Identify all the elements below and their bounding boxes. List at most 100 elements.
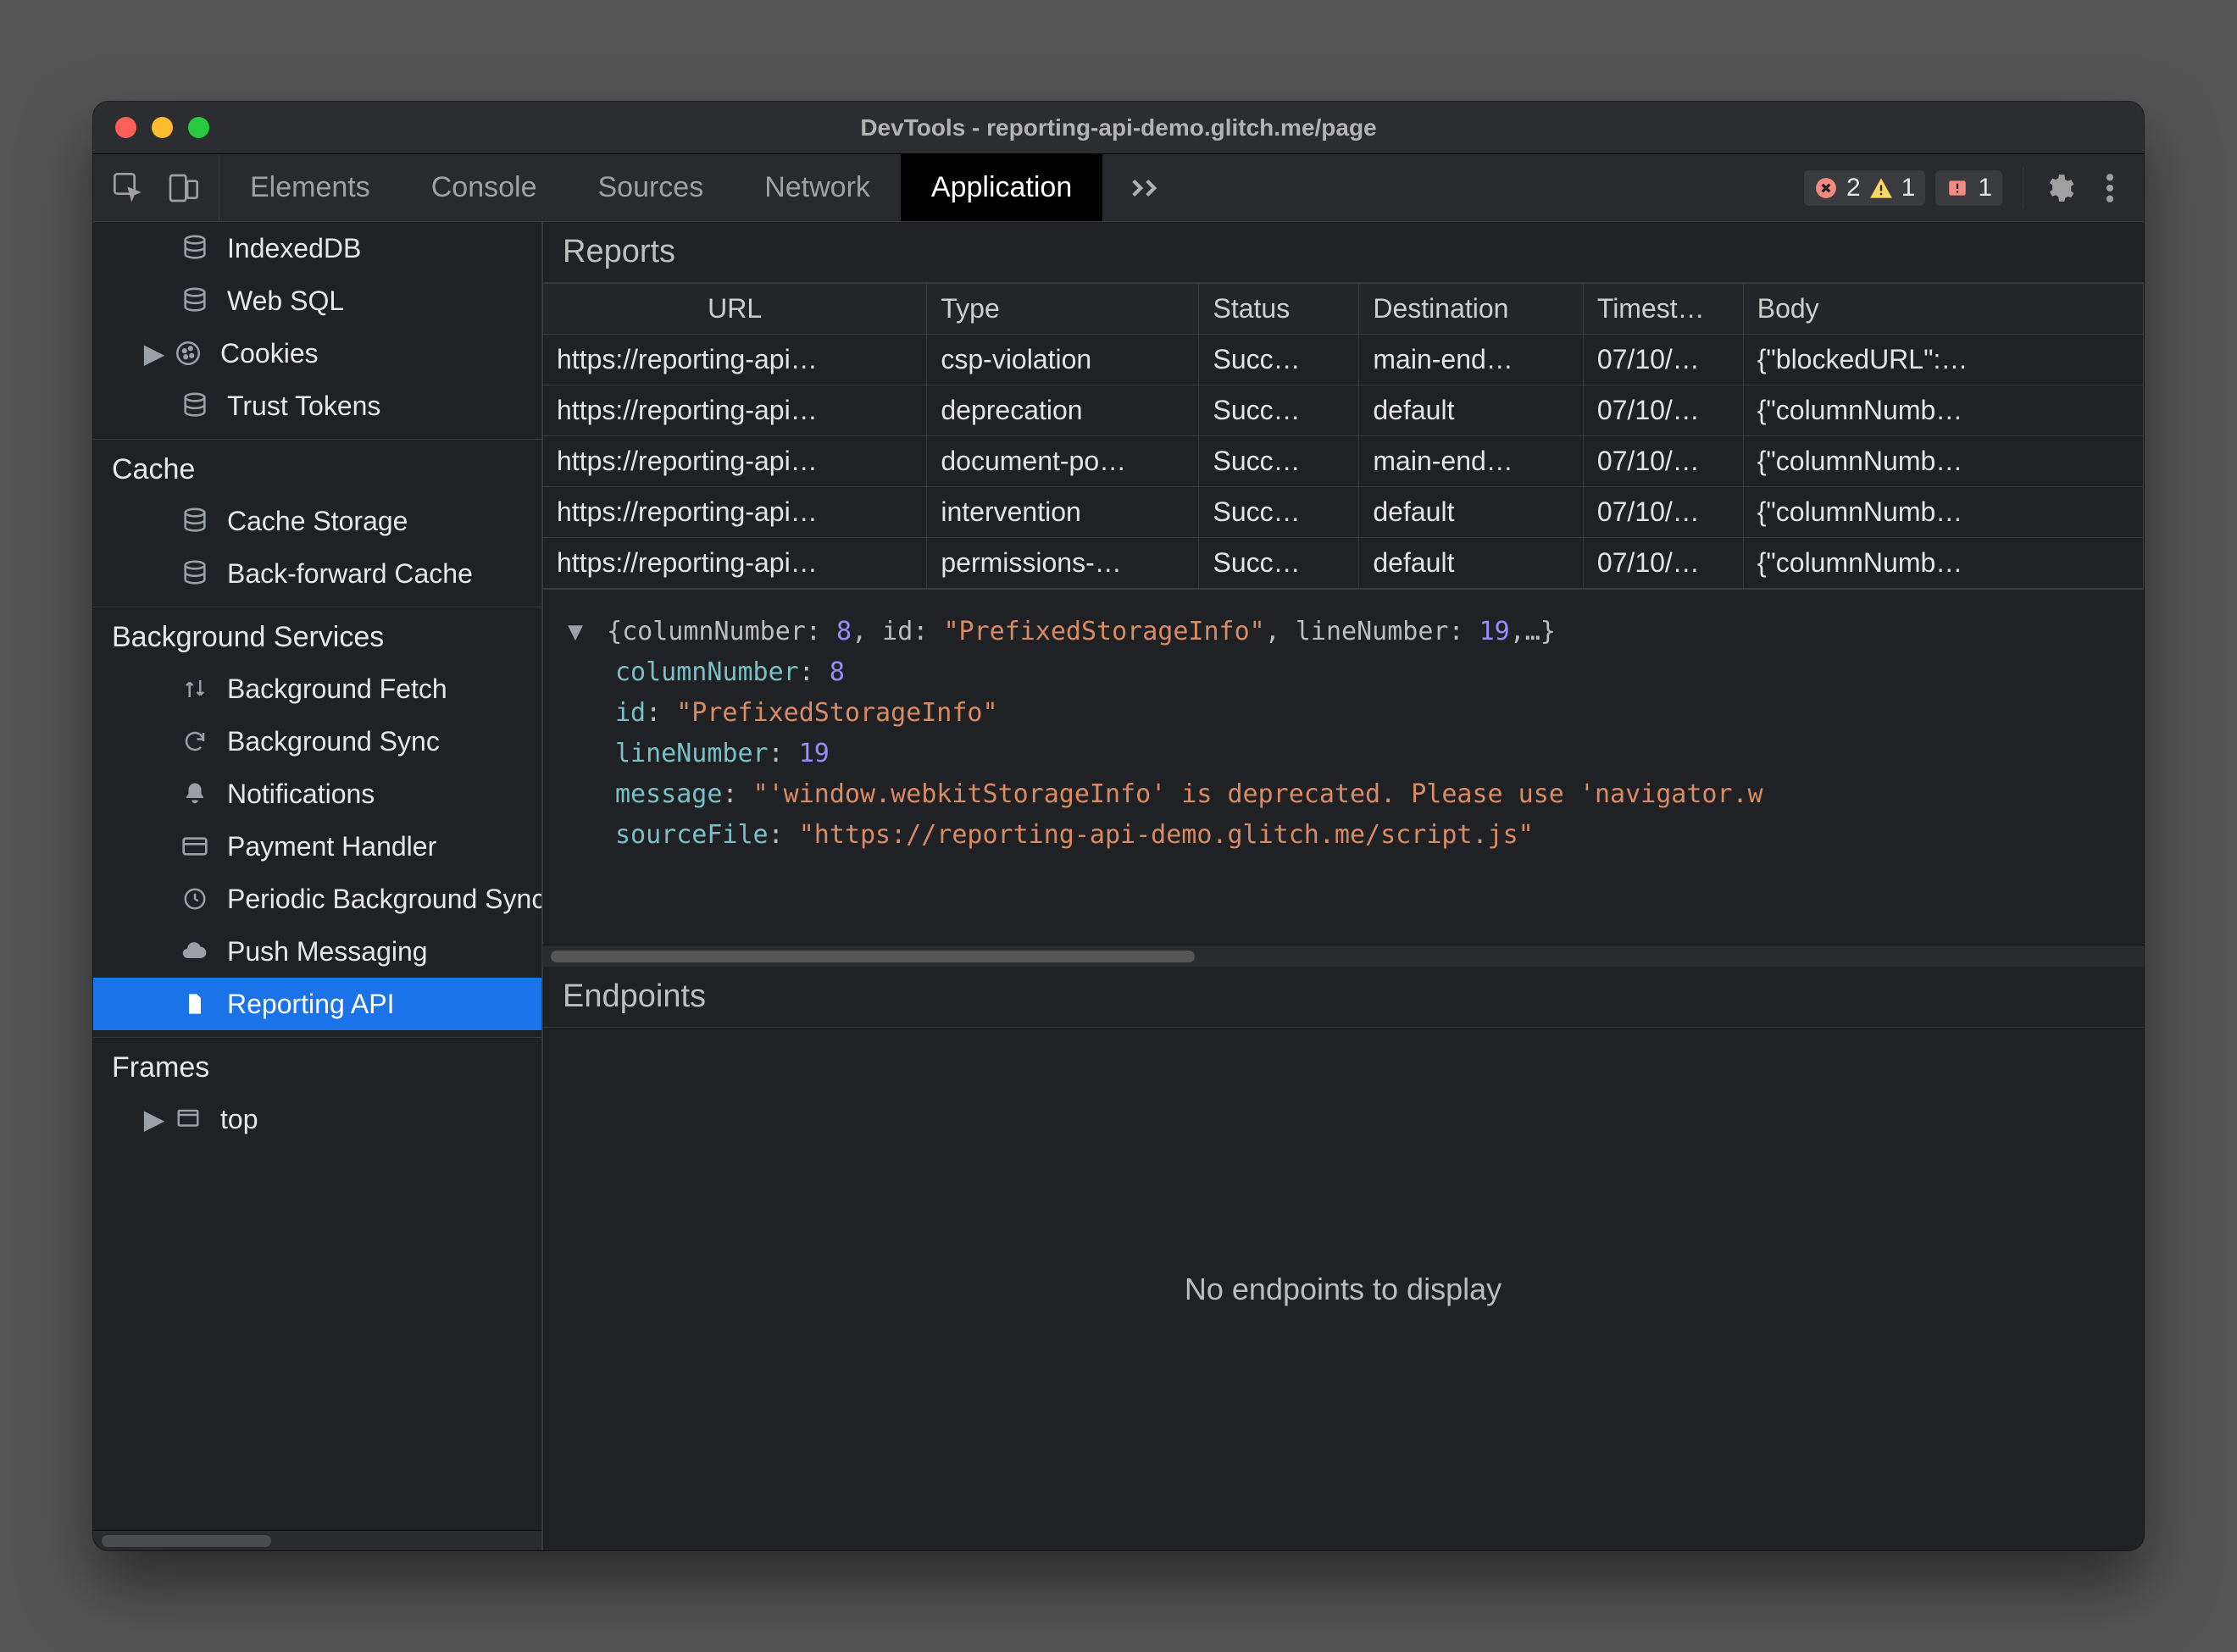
tab-network[interactable]: Network [734, 154, 901, 221]
sidebar-item-label: Notifications [227, 779, 375, 810]
zoom-window-button[interactable] [188, 117, 209, 138]
col-status[interactable]: Status [1199, 284, 1359, 335]
updown-icon [178, 672, 212, 706]
detail-key: columnNumber [615, 657, 799, 687]
detail-summary: {columnNumber: [607, 617, 836, 646]
panel-tabs: Elements Console Sources Network Applica… [219, 154, 1185, 221]
detail-value: "https://reporting-api-demo.glitch.me/sc… [799, 820, 1534, 850]
sidebar-item-label: Cookies [220, 338, 319, 369]
tab-application[interactable]: Application [901, 154, 1102, 221]
bell-icon [178, 777, 212, 811]
sidebar-item-label: Background Sync [227, 726, 440, 757]
main-content: Reports URL Type Status Destination Time… [542, 222, 2144, 1550]
table-row[interactable]: https://reporting-api…deprecationSucc…de… [543, 385, 2144, 436]
cell-type: deprecation [927, 385, 1199, 436]
table-row[interactable]: https://reporting-api…csp-violationSucc…… [543, 335, 2144, 385]
collapse-caret-icon[interactable]: ▼ [568, 612, 591, 652]
col-destination[interactable]: Destination [1359, 284, 1583, 335]
sidebar-item-label: Cache Storage [227, 506, 408, 537]
console-status-errors-warnings[interactable]: 2 1 [1804, 170, 1925, 206]
sidebar-item-background-fetch[interactable]: Background Fetch [93, 662, 542, 715]
sidebar-item-cache-storage[interactable]: Cache Storage [93, 495, 542, 547]
sidebar-item-indexeddb[interactable]: IndexedDB [93, 222, 542, 274]
col-url[interactable]: URL [543, 284, 927, 335]
sidebar-group-cache[interactable]: Cache [93, 439, 542, 495]
sidebar-item-label: top [220, 1104, 258, 1135]
sidebar-item-label: Background Fetch [227, 674, 447, 705]
device-toolbar-icon[interactable] [158, 163, 208, 213]
tab-elements[interactable]: Elements [219, 154, 401, 221]
inspect-element-icon[interactable] [103, 163, 154, 213]
reports-panel-title: Reports [542, 222, 2144, 283]
sidebar-item-label: Payment Handler [227, 831, 436, 862]
table-row[interactable]: https://reporting-api…interventionSucc…d… [543, 487, 2144, 538]
clock-icon [178, 882, 212, 916]
cell-type: permissions-… [927, 538, 1199, 589]
sidebar-item-cookies[interactable]: ▶ Cookies [93, 327, 542, 380]
issues-count: 1 [1978, 174, 1992, 202]
detail-horizontal-scrollbar[interactable] [542, 945, 2144, 967]
sidebar-item-label: Back-forward Cache [227, 558, 473, 590]
close-window-button[interactable] [115, 117, 136, 138]
application-sidebar: IndexedDB Web SQL ▶ Cookies Trust Tokens [93, 222, 542, 1550]
tab-console[interactable]: Console [401, 154, 568, 221]
tab-sources[interactable]: Sources [567, 154, 734, 221]
sidebar-group-background-services[interactable]: Background Services [93, 607, 542, 662]
table-row[interactable]: https://reporting-api…permissions-…Succ…… [543, 538, 2144, 589]
sidebar-item-label: Web SQL [227, 285, 344, 317]
sidebar-item-bfcache[interactable]: Back-forward Cache [93, 547, 542, 600]
tabs-overflow-button[interactable] [1102, 154, 1185, 221]
settings-button[interactable] [2034, 163, 2084, 213]
sidebar-item-reporting-api[interactable]: Reporting API [93, 978, 542, 1030]
sidebar-item-label: Reporting API [227, 989, 394, 1020]
sidebar-item-label: Trust Tokens [227, 391, 380, 422]
endpoints-empty-message: No endpoints to display [542, 1028, 2144, 1550]
sidebar-item-periodic-bg-sync[interactable]: Periodic Background Sync [93, 873, 542, 925]
cell-destination: default [1359, 385, 1583, 436]
cell-timestamp: 07/10/… [1583, 335, 1743, 385]
detail-value: "PrefixedStorageInfo" [676, 698, 997, 728]
cell-timestamp: 07/10/… [1583, 385, 1743, 436]
sidebar-item-background-sync[interactable]: Background Sync [93, 715, 542, 768]
warning-count: 1 [1901, 174, 1916, 202]
cell-destination: default [1359, 487, 1583, 538]
report-detail-view[interactable]: ▼ {columnNumber: 8, id: "PrefixedStorage… [542, 589, 2144, 945]
sidebar-item-payment-handler[interactable]: Payment Handler [93, 820, 542, 873]
detail-value: "'window.webkitStorageInfo' is deprecate… [753, 779, 1763, 809]
cell-body: {"columnNumb… [1743, 487, 2143, 538]
table-header-row: URL Type Status Destination Timest… Body [543, 284, 2144, 335]
cell-body: {"columnNumb… [1743, 436, 2143, 487]
cloud-icon [178, 934, 212, 968]
sidebar-resize-handle[interactable] [536, 222, 549, 1550]
cell-body: {"blockedURL":… [1743, 335, 2143, 385]
cell-timestamp: 07/10/… [1583, 436, 1743, 487]
warning-icon [1869, 176, 1893, 200]
sidebar-item-trust-tokens[interactable]: Trust Tokens [93, 380, 542, 432]
issues-button[interactable]: 1 [1935, 170, 2002, 206]
col-timestamp[interactable]: Timest… [1583, 284, 1743, 335]
sidebar-item-push-messaging[interactable]: Push Messaging [93, 925, 542, 978]
cell-status: Succ… [1199, 335, 1359, 385]
database-icon [178, 231, 212, 265]
sidebar-group-frames[interactable]: Frames [93, 1037, 542, 1093]
cell-type: document-po… [927, 436, 1199, 487]
window-controls [93, 117, 209, 138]
detail-value: 8 [830, 657, 845, 687]
sidebar-item-notifications[interactable]: Notifications [93, 768, 542, 820]
cell-status: Succ… [1199, 538, 1359, 589]
error-icon [1814, 176, 1838, 200]
table-row[interactable]: https://reporting-api…document-po…Succ…m… [543, 436, 2144, 487]
more-options-button[interactable] [2084, 163, 2135, 213]
cell-status: Succ… [1199, 487, 1359, 538]
col-type[interactable]: Type [927, 284, 1199, 335]
sidebar-horizontal-scrollbar[interactable] [93, 1530, 542, 1550]
sidebar-item-websql[interactable]: Web SQL [93, 274, 542, 327]
database-icon [178, 504, 212, 538]
reports-table: URL Type Status Destination Timest… Body… [542, 283, 2144, 589]
cell-timestamp: 07/10/… [1583, 538, 1743, 589]
minimize-window-button[interactable] [152, 117, 173, 138]
sidebar-item-label: Periodic Background Sync [227, 884, 542, 915]
cell-status: Succ… [1199, 385, 1359, 436]
col-body[interactable]: Body [1743, 284, 2143, 335]
sidebar-item-top-frame[interactable]: ▶ top [93, 1093, 542, 1145]
